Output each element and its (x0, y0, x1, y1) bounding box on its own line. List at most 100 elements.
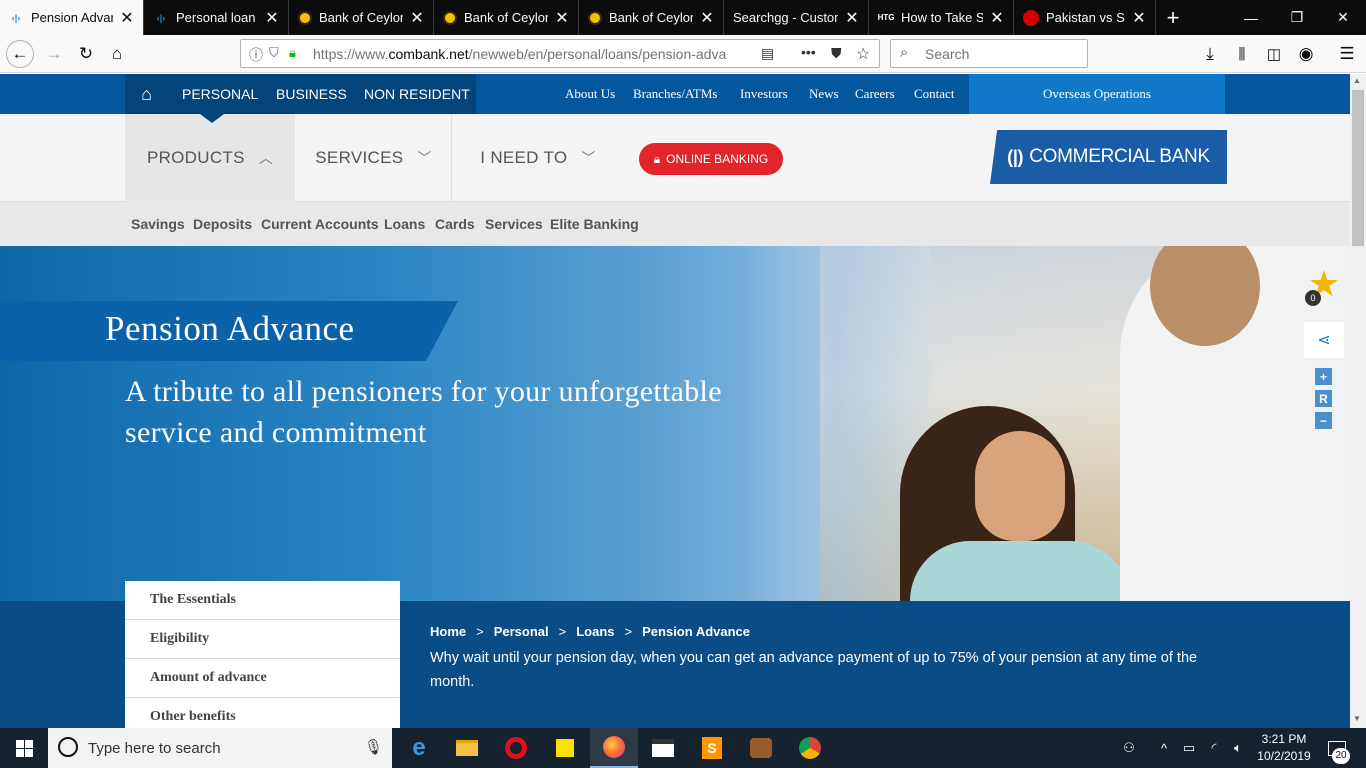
forward-icon[interactable]: → (40, 40, 68, 68)
bookmark-star-icon[interactable]: ☆ (856, 44, 870, 64)
side-menu-item-eligibility[interactable]: Eligibility (125, 620, 400, 659)
chrome-icon[interactable] (786, 728, 834, 768)
video-editor-icon[interactable] (639, 728, 687, 768)
library-icon[interactable]: ⫼ (1228, 40, 1256, 68)
tab-pakistan-vs-sri-lanka[interactable]: Pakistan vs Sri L ✕ (1015, 0, 1156, 35)
restore-icon[interactable]: ❐ (1274, 0, 1320, 35)
minimize-icon[interactable]: — (1228, 0, 1274, 35)
close-tab-icon[interactable]: ✕ (409, 8, 425, 28)
subnav-savings[interactable]: Savings (131, 216, 185, 232)
segment-nav: ⌂ PERSONAL BUSINESS NON RESIDENT (125, 74, 476, 114)
breadcrumb-loans[interactable]: Loans (576, 624, 614, 639)
nav-products[interactable]: PRODUCTS ︿ (125, 114, 295, 202)
reader-view-icon[interactable]: ▤ (761, 45, 774, 62)
zoom-in-icon[interactable]: + (1315, 368, 1332, 385)
sublime-text-icon[interactable]: S (688, 728, 736, 768)
nav-non-resident[interactable]: NON RESIDENT (364, 86, 470, 102)
firefox-icon[interactable] (590, 728, 638, 768)
show-hidden-icons-icon[interactable]: ^ (1153, 728, 1175, 768)
taskbar-search-box[interactable]: Type here to search 🎙︎ (48, 728, 392, 768)
volume-icon[interactable]: 🔈︎ (1227, 728, 1249, 768)
account-icon[interactable]: ◉ (1292, 40, 1320, 68)
close-tab-icon[interactable]: ✕ (844, 8, 860, 28)
subnav-loans[interactable]: Loans (384, 216, 425, 232)
reload-icon[interactable]: ↻ (72, 40, 100, 68)
link-contact[interactable]: Contact (914, 86, 954, 102)
close-window-icon[interactable]: ✕ (1320, 0, 1366, 35)
scroll-down-icon[interactable]: ▼ (1353, 714, 1361, 723)
subnav-services[interactable]: Services (485, 216, 543, 232)
people-icon[interactable]: ⚇ (1118, 728, 1140, 768)
nav-services[interactable]: SERVICES ﹀ (296, 114, 452, 202)
info-icon[interactable]: ⓘ (249, 45, 263, 65)
nav-personal[interactable]: PERSONAL (182, 86, 258, 102)
zoom-out-icon[interactable]: − (1315, 412, 1332, 429)
scroll-up-icon[interactable]: ▲ (1353, 76, 1361, 85)
downloads-icon[interactable]: ⤓ (1196, 40, 1224, 68)
pocket-icon[interactable]: ⛊ (831, 45, 842, 62)
online-banking-label: ONLINE BANKING (666, 152, 769, 166)
page-scrollbar[interactable]: ▲ ▼ (1350, 74, 1366, 728)
breadcrumb-home[interactable]: Home (430, 624, 466, 639)
link-news[interactable]: News (809, 86, 839, 102)
cortana-icon (58, 737, 78, 757)
tab-bank-of-ceylon[interactable]: Bank of Ceylon ✕ (580, 0, 724, 35)
battery-icon[interactable]: ▭ (1178, 728, 1200, 768)
subnav-elite-banking[interactable]: Elite Banking (550, 216, 639, 232)
page-actions-icon[interactable]: ••• (801, 44, 816, 60)
scrollbar-thumb[interactable] (1352, 90, 1364, 246)
tab-bank-of-ceylon[interactable]: Bank of Ceylon ✕ (435, 0, 579, 35)
home-icon[interactable]: ⌂ (103, 40, 131, 68)
file-explorer-icon[interactable] (443, 728, 491, 768)
home-icon[interactable]: ⌂ (125, 74, 168, 114)
link-branches-atms[interactable]: Branches/ATMs (633, 86, 718, 102)
side-menu-item-essentials[interactable]: The Essentials (125, 581, 400, 620)
chevron-down-icon: ﹀ (581, 150, 596, 166)
tab-searchgg[interactable]: Searchgg - Custom ✕ (725, 0, 869, 35)
tab-how-to-take-screenshot[interactable]: HTG How to Take Sc ✕ (870, 0, 1014, 35)
subnav-cards[interactable]: Cards (435, 216, 475, 232)
share-icon[interactable]: ⋖ (1304, 322, 1344, 358)
tab-bank-of-ceylon[interactable]: Bank of Ceylon ✕ (290, 0, 434, 35)
tab-pension-advance[interactable]: ‹|› Pension Advance ✕ (0, 0, 144, 35)
intro-text: Why wait until your pension day, when yo… (430, 650, 1198, 690)
game-app-icon[interactable] (737, 728, 785, 768)
side-menu-item-other-benefits[interactable]: Other benefits (125, 698, 400, 728)
overseas-operations-link[interactable]: Overseas Operations (969, 74, 1225, 114)
bank-of-ceylon-favicon-icon (588, 10, 602, 25)
online-banking-button[interactable]: 🔒︎ ONLINE BANKING (639, 143, 783, 175)
sticky-notes-icon[interactable] (541, 728, 589, 768)
taskbar-search-placeholder: Type here to search (88, 740, 221, 757)
tab-personal-loan[interactable]: ‹|› Personal loan | ✕ (145, 0, 289, 35)
wifi-icon[interactable]: ◜ (1203, 728, 1225, 768)
start-button[interactable] (0, 728, 48, 768)
microphone-icon[interactable]: 🎙︎ (364, 738, 383, 756)
link-careers[interactable]: Careers (855, 86, 895, 102)
search-bar[interactable]: ⌕ Search (890, 39, 1088, 68)
link-about-us[interactable]: About Us (565, 86, 615, 102)
link-investors[interactable]: Investors (740, 86, 788, 102)
nav-business[interactable]: BUSINESS (276, 86, 347, 102)
side-menu-item-amount[interactable]: Amount of advance (125, 659, 400, 698)
close-tab-icon[interactable]: ✕ (554, 8, 570, 28)
menu-icon[interactable]: ☰ (1333, 40, 1361, 68)
close-tab-icon[interactable]: ✕ (989, 8, 1005, 28)
zoom-reset-button[interactable]: R (1315, 390, 1332, 407)
close-tab-icon[interactable]: ✕ (1131, 8, 1147, 28)
subnav-deposits[interactable]: Deposits (193, 216, 252, 232)
new-tab-icon[interactable]: + (1150, 0, 1196, 35)
back-icon[interactable]: ← (6, 40, 34, 68)
close-tab-icon[interactable]: ✕ (264, 8, 280, 28)
edge-icon[interactable]: e (395, 728, 443, 768)
close-tab-icon[interactable]: ✕ (699, 8, 715, 28)
opera-icon[interactable] (492, 728, 540, 768)
close-tab-icon[interactable]: ✕ (119, 8, 135, 28)
taskbar-clock[interactable]: 3:21 PM 10/2/2019 (1250, 731, 1318, 765)
url-bar[interactable]: ⓘ ⛉ 🔒︎ https://www.combank.net/newweb/en… (240, 39, 880, 68)
subnav-current-accounts[interactable]: Current Accounts (261, 216, 379, 232)
commercial-bank-logo[interactable]: (|) COMMERCIAL BANK (990, 130, 1227, 184)
breadcrumb-personal[interactable]: Personal (494, 624, 549, 639)
sidebar-icon[interactable]: ◫ (1260, 40, 1288, 68)
tracking-shield-icon[interactable]: ⛉ (269, 45, 279, 61)
nav-i-need-to[interactable]: I NEED TO ﹀ (453, 114, 623, 202)
